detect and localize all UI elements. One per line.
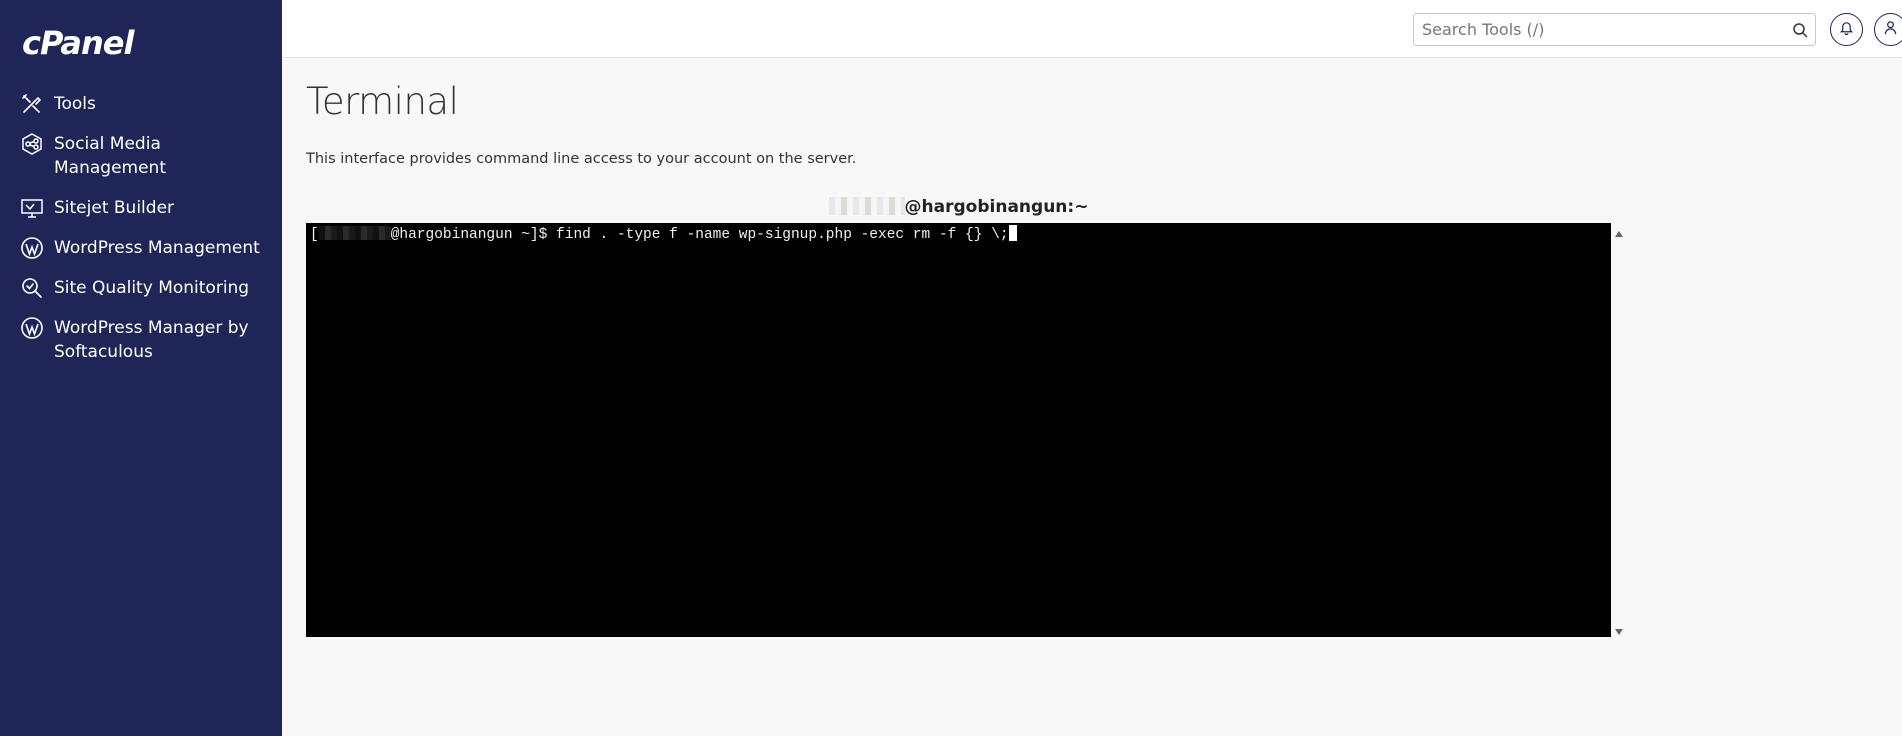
sitejet-icon bbox=[20, 196, 44, 220]
scroll-up-arrow[interactable] bbox=[1614, 226, 1624, 237]
terminal-window[interactable]: [@hargobinangun ~]$ find . -type f -name… bbox=[306, 223, 1611, 637]
top-bar bbox=[282, 0, 1902, 58]
sidebar: cPanel Tools Social Media Management Sit… bbox=[0, 0, 282, 736]
page-description: This interface provides command line acc… bbox=[306, 151, 857, 167]
bell-icon bbox=[1839, 20, 1854, 40]
sidebar-item-sitejet[interactable]: Sitejet Builder bbox=[20, 196, 275, 220]
redacted-username bbox=[828, 197, 905, 215]
sidebar-item-label: Tools bbox=[54, 94, 96, 114]
sidebar-item-tools[interactable]: Tools bbox=[20, 92, 275, 116]
scroll-down-arrow[interactable] bbox=[1614, 624, 1624, 635]
sidebar-item-label: Social Media Management bbox=[54, 134, 166, 178]
sidebar-item-label: WordPress Management bbox=[54, 238, 260, 258]
sidebar-item-label: Sitejet Builder bbox=[54, 198, 175, 218]
social-media-icon bbox=[20, 132, 44, 156]
sidebar-item-wordpress-softaculous[interactable]: WordPress Manager by Softaculous bbox=[20, 316, 275, 364]
user-menu-button[interactable] bbox=[1874, 13, 1902, 46]
page-title: Terminal bbox=[306, 80, 459, 123]
sidebar-item-label: Site Quality Monitoring bbox=[54, 278, 250, 298]
sidebar-item-label: WordPress Manager by Softaculous bbox=[54, 318, 249, 362]
sidebar-nav: Tools Social Media Management Sitejet Bu… bbox=[20, 92, 275, 380]
search-input[interactable] bbox=[1414, 14, 1774, 45]
sidebar-item-wordpress-management[interactable]: WordPress Management bbox=[20, 236, 275, 260]
user-icon bbox=[1883, 20, 1898, 40]
terminal-header: @hargobinangun:~ bbox=[306, 197, 1611, 217]
terminal-prompt-line: [@hargobinangun ~]$ find . -type f -name… bbox=[310, 225, 1017, 245]
redacted-username bbox=[318, 226, 391, 240]
sidebar-item-site-quality[interactable]: Site Quality Monitoring bbox=[20, 276, 275, 300]
terminal-command: find . -type f -name wp-signup.php -exec… bbox=[556, 227, 1009, 243]
search-box bbox=[1413, 13, 1816, 46]
site-quality-icon bbox=[20, 276, 44, 300]
terminal-prompt-host: @hargobinangun ~]$ bbox=[390, 227, 548, 243]
notifications-button[interactable] bbox=[1830, 13, 1863, 46]
sidebar-item-social-media[interactable]: Social Media Management bbox=[20, 132, 275, 180]
tools-icon bbox=[20, 92, 44, 116]
search-icon[interactable] bbox=[1792, 22, 1808, 38]
wordpress-icon bbox=[20, 316, 44, 340]
terminal-cursor bbox=[1008, 225, 1017, 241]
terminal-host-label: @hargobinangun:~ bbox=[904, 197, 1089, 217]
cpanel-logo[interactable]: cPanel bbox=[22, 24, 134, 62]
wordpress-icon bbox=[20, 236, 44, 260]
